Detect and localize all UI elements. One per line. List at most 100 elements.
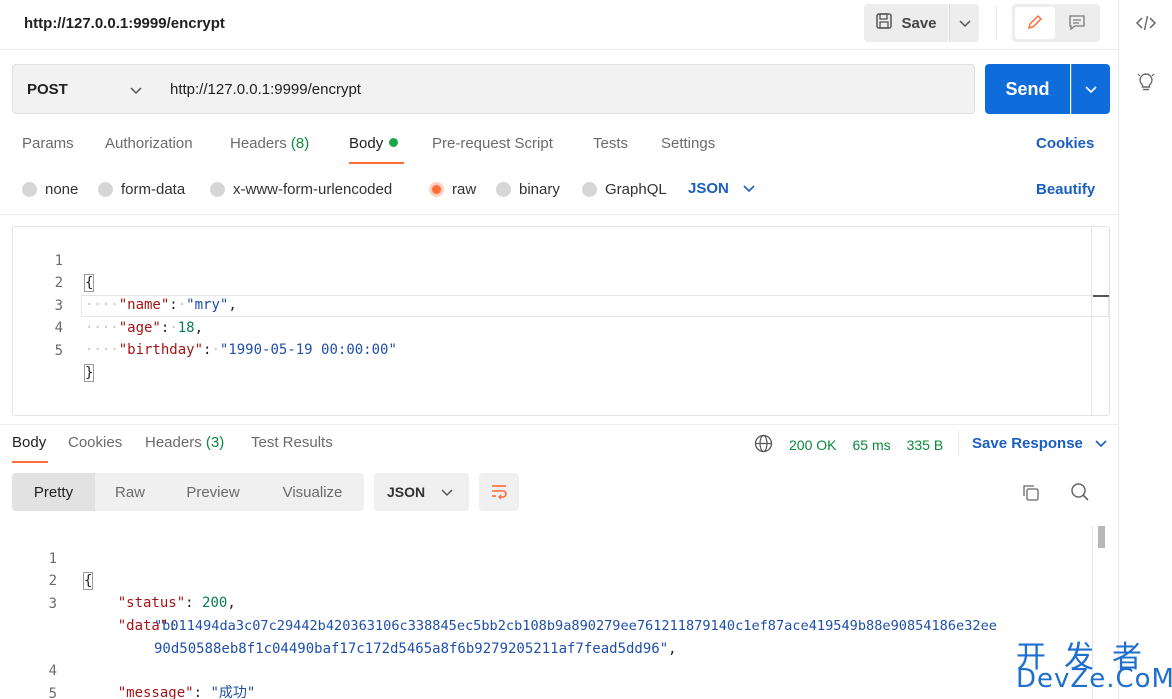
wrap-lines-button[interactable] <box>479 473 519 511</box>
code-line: 3 "data": <box>12 571 1092 634</box>
radio-binary[interactable]: binary <box>496 181 560 198</box>
watermark-logo: 开发者 DevZe.CoM <box>1012 632 1172 696</box>
radio-raw[interactable]: raw <box>429 181 476 198</box>
radio-urlencoded[interactable]: x-www-form-urlencoded <box>210 181 392 198</box>
save-label: Save <box>901 14 937 32</box>
request-header-bar: http://127.0.0.1:9999/encrypt Save <box>0 0 1118 50</box>
response-body-viewer[interactable]: 1 { 2 "status": 200, 3 "data": "b011494d… <box>0 526 1118 699</box>
chevron-down-icon <box>958 15 971 31</box>
editor-scrollbar[interactable] <box>1091 227 1092 415</box>
radio-binary-label: binary <box>519 181 560 198</box>
view-pretty[interactable]: Pretty <box>12 473 95 511</box>
request-name[interactable]: http://127.0.0.1:9999/encrypt <box>24 15 225 32</box>
search-icon[interactable] <box>1070 482 1090 502</box>
send-button[interactable]: Send <box>985 64 1070 114</box>
code-text: "message": "成功" <box>117 685 256 699</box>
tab-params[interactable]: Params <box>22 135 74 152</box>
view-raw[interactable]: Raw <box>95 473 165 511</box>
comment-icon <box>1068 13 1086 34</box>
response-view-segment: Pretty Raw Preview Visualize <box>12 473 364 511</box>
response-format-select[interactable]: JSON <box>374 473 469 511</box>
viewer-scrollbar-thumb[interactable] <box>1098 526 1105 548</box>
cursor-marker <box>1093 295 1109 297</box>
code-line-wrapped: 90d50588eb8f1c04490baf17c172d5465a8f6b92… <box>12 616 1092 657</box>
view-preview[interactable]: Preview <box>165 473 261 511</box>
tab-authorization[interactable]: Authorization <box>105 135 193 152</box>
send-options-button[interactable] <box>1071 64 1110 114</box>
active-tab-indicator <box>12 461 48 463</box>
body-format-select[interactable]: JSON <box>688 180 755 197</box>
cookies-link[interactable]: Cookies <box>1036 135 1094 152</box>
chevron-down-icon <box>441 484 453 500</box>
radio-raw-label: raw <box>452 181 477 198</box>
code-line: 2 "status": 200, <box>12 548 1092 611</box>
globe-icon[interactable] <box>754 434 773 456</box>
code-line: 1 { <box>13 228 1109 292</box>
radio-graphql[interactable]: GraphQL <box>582 181 667 198</box>
tab-settings[interactable]: Settings <box>661 135 715 152</box>
wrap-icon <box>489 482 509 503</box>
radio-form-data[interactable]: form-data <box>98 181 185 198</box>
code-line: 2 ····"name":·"mry", <box>13 250 1109 313</box>
response-tab-body[interactable]: Body <box>12 434 46 451</box>
save-button[interactable]: Save <box>864 4 948 42</box>
code-text: } <box>83 364 95 382</box>
radio-circle <box>210 182 225 197</box>
view-visualize[interactable]: Visualize <box>261 473 364 511</box>
code-line: 3 ····"age":·18, <box>13 273 1109 336</box>
response-time[interactable]: 65 ms <box>852 437 890 453</box>
save-group: Save <box>864 4 979 42</box>
tab-headers-count: (8) <box>290 135 310 152</box>
save-icon <box>875 12 893 34</box>
chevron-down-icon <box>130 82 142 99</box>
body-indicator-dot <box>389 138 399 147</box>
url-input[interactable]: http://127.0.0.1:9999/encrypt <box>156 64 975 114</box>
code-line: 5 } <box>13 318 1109 382</box>
code-line-wrapped: "b011494da3c07c29442b420363106c338845ec5… <box>12 593 1092 634</box>
response-tab-test-results[interactable]: Test Results <box>251 434 333 451</box>
save-options-button[interactable] <box>949 4 979 42</box>
radio-graphql-label: GraphQL <box>605 181 667 198</box>
code-icon[interactable] <box>1135 12 1157 34</box>
body-format-label: JSON <box>688 180 729 197</box>
response-tab-headers-count: (3) <box>205 434 225 451</box>
radio-none[interactable]: none <box>22 181 78 198</box>
response-format-label: JSON <box>387 484 426 500</box>
line-number: 5 <box>48 686 57 699</box>
radio-circle <box>582 182 597 197</box>
save-response-label: Save Response <box>972 434 1083 452</box>
save-response-button[interactable]: Save Response <box>958 430 1107 456</box>
lightbulb-icon[interactable] <box>1135 71 1157 93</box>
radio-circle <box>98 182 113 197</box>
response-tab-headers[interactable]: Headers (3) <box>145 434 224 451</box>
response-size[interactable]: 335 B <box>907 437 944 453</box>
request-body-editor[interactable]: 1 { 2 ····"name":·"mry", 3 ····"age":·18… <box>12 226 1110 416</box>
tab-headers-label: Headers <box>230 135 287 152</box>
edit-mode-button[interactable] <box>1015 7 1055 39</box>
chevron-down-icon <box>1085 81 1097 97</box>
status-code[interactable]: 200 OK <box>789 437 836 453</box>
tab-tests[interactable]: Tests <box>593 135 628 152</box>
tab-body[interactable]: Body <box>349 135 399 152</box>
code-line: 5 } <box>12 661 1092 699</box>
copy-icon[interactable] <box>1020 482 1040 502</box>
code-line: 4 "message": "成功" <box>12 638 1092 699</box>
divider <box>0 424 1118 425</box>
method-select[interactable]: POST <box>12 64 157 114</box>
comments-mode-button[interactable] <box>1057 7 1097 39</box>
watermark-bottom-text: DevZe.CoM <box>1016 664 1172 694</box>
send-group: Send <box>985 64 1110 114</box>
radio-form-data-label: form-data <box>121 181 186 198</box>
beautify-link[interactable]: Beautify <box>1036 181 1095 198</box>
code-line: 1 { <box>12 526 1092 590</box>
divider <box>0 214 1118 215</box>
chevron-down-icon <box>743 180 755 197</box>
tab-pre-request-script[interactable]: Pre-request Script <box>432 135 553 152</box>
active-tab-indicator <box>349 162 404 164</box>
radio-none-label: none <box>45 181 79 198</box>
tab-headers[interactable]: Headers (8) <box>230 135 309 152</box>
response-status-bar: 200 OK 65 ms 335 B <box>754 434 959 456</box>
header-divider <box>996 6 997 40</box>
response-tab-cookies[interactable]: Cookies <box>68 434 122 451</box>
code-line: 4 ····"birthday":·"1990-05-19 00:00:00" <box>13 295 1109 358</box>
